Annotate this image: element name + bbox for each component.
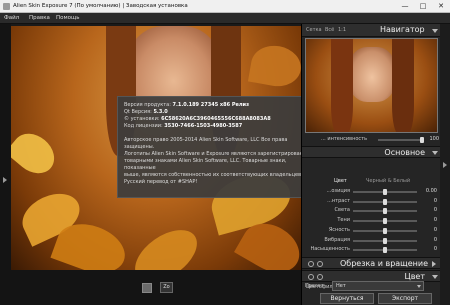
adjustment-label: Тени (337, 217, 350, 224)
copyright-line: выше, являются собственностью их соответ… (124, 172, 303, 178)
adjustment-label: ...озиция (326, 188, 350, 194)
version-value: 7.1.0.189 27345 x86 Релиз (172, 102, 249, 108)
copyright-line: товарными знаками Alien Skin Software, L… (124, 158, 287, 171)
adjustment-value: 0 (433, 207, 437, 214)
intensity-slider[interactable] (378, 139, 422, 141)
menu-help[interactable]: Помощь (56, 15, 79, 21)
adjustment-slider-handle[interactable] (383, 237, 387, 244)
crop-reset-icon[interactable] (317, 261, 323, 267)
qt-label: Qt Версия: (124, 109, 152, 115)
return-button[interactable]: Вернуться (320, 293, 374, 304)
intensity-slider-handle[interactable] (420, 137, 424, 143)
copyright-line: Логотипы Alien Skin Software и Exposure … (124, 151, 318, 157)
adjustment-slider-handle[interactable] (383, 198, 387, 205)
nav-tab-fit[interactable]: Сетка (306, 27, 322, 33)
adjustment-slider-handle[interactable] (383, 208, 387, 215)
zoom-button[interactable]: Zo (160, 282, 173, 293)
expand-crop-icon (432, 261, 436, 267)
installed-label: © установки: (124, 116, 160, 122)
export-button[interactable]: Экспорт (378, 293, 432, 304)
adjustment-slider-handle[interactable] (383, 218, 387, 225)
adjustment-slider-handle[interactable] (383, 189, 387, 195)
chevron-down-icon (417, 285, 421, 288)
tab-color[interactable]: Цвет (334, 178, 347, 184)
about-dialog[interactable]: Версия продукта: 7.1.0.189 27345 x86 Рел… (117, 96, 325, 198)
right-panel-toggle[interactable] (440, 24, 450, 305)
crop-section-title: Обрезка и вращение (339, 259, 428, 268)
adjustment-row: Тени 0 (302, 216, 441, 225)
intensity-value: 100 (429, 136, 439, 142)
adjustment-value: 0 (433, 217, 437, 224)
intensity-label: ... интенсивность (321, 136, 368, 142)
menu-file[interactable]: Файл (4, 15, 19, 21)
license-value: 3530-7466-1503-4980-3587 (164, 123, 243, 129)
left-panel-toggle[interactable] (0, 24, 11, 305)
color-enable-icon[interactable] (308, 274, 314, 280)
collapse-basic-icon (432, 151, 438, 155)
preset-row: Пресет Нет (301, 281, 440, 292)
translation-credit: Русский перевод от #SHAP! (124, 179, 198, 185)
maximize-button[interactable]: □ (414, 0, 432, 12)
intensity-row: ... интенсивность 100 (302, 136, 441, 144)
version-label: Версия продукта: (124, 102, 171, 108)
adjustment-row: Света 0 (302, 206, 441, 215)
adjustment-row: ...нтраст 0 (302, 197, 441, 206)
minimize-button[interactable]: — (396, 0, 414, 12)
adjustment-row: ...озиция 0.00 (302, 187, 441, 196)
color-reset-icon[interactable] (317, 274, 323, 280)
bottom-toolbar: Zo (11, 270, 301, 305)
expand-right-icon (443, 162, 447, 168)
right-panel: Сетка Всё 1:1 Навигатор ... интенсивност… (301, 24, 441, 305)
copyright-line: Авторское право 2005-2014 Alien Skin Sof… (124, 137, 288, 150)
adjustment-label: Вибрация (324, 236, 350, 243)
adjustment-label: Ясность (328, 226, 350, 233)
navigator-header[interactable]: Сетка Всё 1:1 Навигатор (302, 24, 441, 37)
menu-bar: Файл Правка Помощь (0, 13, 450, 24)
app-icon (3, 3, 10, 10)
menu-edit[interactable]: Правка (29, 15, 50, 21)
adjustment-value: 0 (433, 197, 437, 204)
tab-black-white[interactable]: Черный & Белый (366, 178, 410, 184)
adjustment-value: 0.00 (425, 188, 437, 194)
navigator-thumbnail[interactable] (305, 38, 438, 133)
preset-label: Пресет (305, 283, 324, 289)
license-label: Код лицензии: (124, 123, 163, 129)
window-title: Alien Skin Exposure 7 (По умолчанию) | З… (13, 3, 188, 9)
navigator-title: Навигатор (380, 25, 425, 34)
qt-value: 5.3.0 (153, 109, 168, 115)
adjustment-value: 0 (433, 246, 437, 253)
basic-section-header[interactable]: Основное (302, 146, 441, 158)
adjustment-value: 0 (433, 226, 437, 233)
adjustment-row: Ясность 0 (302, 226, 441, 235)
window-titlebar: Alien Skin Exposure 7 (По умолчанию) | З… (0, 0, 450, 13)
adjustment-label: Света (334, 207, 351, 214)
expand-left-icon (3, 177, 7, 183)
compare-view-icon[interactable] (142, 283, 152, 293)
preset-dropdown[interactable]: Нет (332, 281, 424, 291)
adjustment-label: Насыщенность (310, 246, 350, 253)
adjustment-slider-handle[interactable] (383, 227, 387, 234)
nav-tab-all[interactable]: Всё (325, 27, 334, 33)
adjustment-row: Вибрация 0 (302, 236, 441, 245)
collapse-color-icon (432, 275, 438, 279)
adjustment-slider-handle[interactable] (383, 247, 387, 254)
adjustment-value: 0 (433, 236, 437, 243)
adjustment-label: ...нтраст (327, 197, 350, 204)
crop-enable-icon[interactable] (308, 261, 314, 267)
collapse-navigator-icon[interactable] (432, 29, 438, 33)
close-button[interactable]: ✕ (432, 0, 450, 12)
nav-tab-ratio[interactable]: 1:1 (338, 27, 346, 33)
installed-value: 6C58620A6C3960465556C688A8083A8 (161, 116, 271, 122)
crop-section-header[interactable]: Обрезка и вращение (302, 257, 441, 269)
basic-section-title: Основное (384, 148, 425, 157)
basic-tabs: Цвет Черный & Белый (302, 177, 441, 186)
color-section-title: Цвет (404, 272, 425, 281)
preset-value: Нет (336, 283, 346, 289)
adjustment-row: Насыщенность 0 (302, 245, 441, 254)
